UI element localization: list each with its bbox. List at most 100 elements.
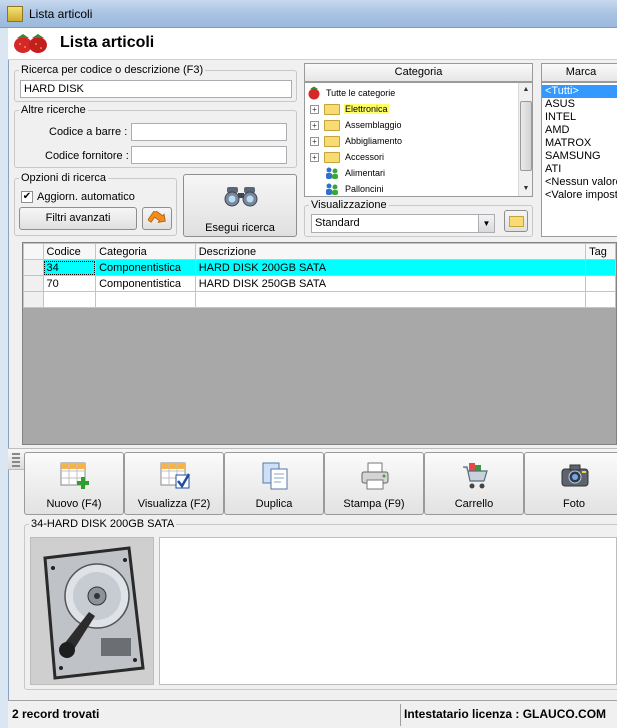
row-indicator-header [23, 243, 44, 260]
status-separator [400, 704, 401, 726]
folder-icon [324, 120, 340, 131]
auto-update-checkbox[interactable]: ✔ [21, 191, 33, 203]
brand-item[interactable]: ASUS [542, 98, 617, 111]
strawberry-logo-icon [14, 34, 47, 53]
articles-table: Codice Categoria Descrizione Tag 34 Comp… [23, 243, 616, 308]
cell-empty[interactable] [585, 291, 616, 308]
cart-button-label: Carrello [454, 498, 494, 510]
toolbar-grip[interactable] [12, 453, 20, 467]
folder-icon [324, 136, 340, 147]
expand-icon[interactable]: + [310, 121, 319, 130]
scroll-down-icon[interactable]: ▼ [519, 182, 532, 196]
supplier-code-label: Codice fornitore : [45, 150, 129, 162]
brand-item[interactable]: <Tutti> [542, 85, 617, 98]
new-button[interactable]: Nuovo (F4) [24, 452, 124, 515]
cell-empty[interactable] [95, 291, 196, 308]
brand-item[interactable]: <Valore impostato> [542, 189, 617, 202]
supplier-code-input[interactable] [131, 146, 287, 164]
binoculars-icon [224, 187, 258, 207]
view-select[interactable]: Standard ▼ [311, 214, 495, 233]
brand-list[interactable]: <Tutti> ASUS INTEL AMD MATROX SAMSUNG AT… [541, 82, 617, 237]
column-header-categoria[interactable]: Categoria [95, 243, 196, 260]
column-header-codice[interactable]: Codice [42, 243, 97, 260]
cell-tag[interactable] [585, 259, 616, 276]
photo-button[interactable]: Foto [524, 452, 617, 515]
view-grid-icon [160, 462, 191, 489]
expand-icon[interactable]: + [310, 137, 319, 146]
cell-categoria[interactable]: Componentistica [95, 259, 196, 276]
category-scrollbar[interactable]: ▲ ▼ [518, 83, 532, 196]
other-search-legend: Altre ricerche [21, 104, 86, 116]
view-button-label: Visualizza (F2) [137, 498, 211, 510]
brand-item[interactable]: <Nessun valore> [542, 176, 617, 189]
row-indicator [23, 275, 44, 292]
cart-icon [463, 463, 488, 489]
folder-icon [509, 216, 524, 227]
brand-item[interactable]: MATROX [542, 137, 617, 150]
tree-item-label: Abbigliamento [345, 136, 403, 146]
scroll-up-icon[interactable]: ▲ [519, 83, 532, 97]
printer-icon [361, 462, 389, 490]
expand-icon[interactable]: + [310, 105, 319, 114]
table-row[interactable]: 34 Componentistica HARD DISK 200GB SATA [23, 259, 616, 276]
cart-button[interactable]: Carrello [424, 452, 524, 515]
duplicate-button-label: Duplica [255, 498, 293, 510]
license-holder: Intestatario licenza : GLAUCO.COM [404, 707, 607, 721]
column-header-descrizione[interactable]: Descrizione [194, 243, 587, 260]
duplicate-button[interactable]: Duplica [224, 452, 324, 515]
cell-empty[interactable] [194, 291, 587, 308]
tree-root-label: Tutte le categorie [326, 88, 396, 98]
cell-empty[interactable] [42, 291, 97, 308]
brand-item[interactable]: ATI [542, 163, 617, 176]
row-indicator [23, 259, 44, 276]
page-header: Lista articoli [8, 28, 617, 60]
brand-item[interactable]: INTEL [542, 111, 617, 124]
barcode-input[interactable] [131, 123, 287, 141]
search-input[interactable]: HARD DISK [20, 80, 292, 98]
expand-icon[interactable]: + [310, 153, 319, 162]
print-button[interactable]: Stampa (F9) [324, 452, 424, 515]
window-title: Lista articoli [29, 7, 93, 21]
brand-item[interactable]: AMD [542, 124, 617, 137]
category-header: Categoria [304, 63, 533, 82]
new-button-label: Nuovo (F4) [46, 498, 102, 510]
cell-codice[interactable]: 34 [42, 259, 97, 276]
open-folder-button[interactable] [504, 210, 528, 232]
articles-grid[interactable]: Codice Categoria Descrizione Tag 34 Comp… [22, 242, 617, 445]
product-notes[interactable] [159, 537, 617, 685]
brand-item[interactable]: SAMSUNG [542, 150, 617, 163]
orange-arrow-icon [147, 209, 166, 223]
table-row[interactable]: 70 Componentistica HARD DISK 250GB SATA [23, 275, 616, 292]
scroll-thumb[interactable] [520, 101, 532, 171]
table-row-empty[interactable] [23, 291, 616, 308]
filters-arrow-button[interactable] [142, 207, 172, 230]
column-header-tag[interactable]: Tag [585, 243, 616, 260]
cell-descrizione[interactable]: HARD DISK 200GB SATA [194, 259, 587, 276]
strawberry-icon [308, 86, 320, 100]
category-tree[interactable]: Tutte le categorie + Elettronica + Assem… [304, 82, 533, 197]
print-button-label: Stampa (F9) [343, 498, 405, 510]
folder-icon [324, 104, 340, 115]
cell-categoria[interactable]: Componentistica [95, 275, 196, 292]
preview-legend: 34-HARD DISK 200GB SATA [31, 518, 175, 530]
app-icon [7, 6, 23, 22]
cell-descrizione[interactable]: HARD DISK 250GB SATA [194, 275, 587, 292]
page-title: Lista articoli [60, 34, 155, 51]
execute-search-button[interactable]: Esegui ricerca [183, 174, 297, 237]
advanced-filters-button[interactable]: Filtri avanzati [19, 207, 137, 230]
view-button[interactable]: Visualizza (F2) [124, 452, 224, 515]
tree-item-label: Elettronica [344, 104, 389, 114]
window-titlebar[interactable]: Lista articoli [0, 0, 617, 28]
chevron-down-icon[interactable]: ▼ [478, 215, 494, 232]
view-select-value: Standard [315, 217, 360, 229]
auto-update-label: Aggiorn. automatico [37, 191, 135, 203]
row-indicator [23, 291, 44, 308]
duplicate-icon [262, 462, 288, 490]
cell-tag[interactable] [585, 275, 616, 292]
grid-header-row: Codice Categoria Descrizione Tag [23, 243, 616, 260]
tree-item-label: Accessori [345, 152, 385, 162]
cell-codice[interactable]: 70 [42, 275, 97, 292]
hard-disk-photo [31, 538, 153, 684]
camera-icon [561, 464, 589, 487]
status-bar: 2 record trovati Intestatario licenza : … [8, 700, 617, 728]
